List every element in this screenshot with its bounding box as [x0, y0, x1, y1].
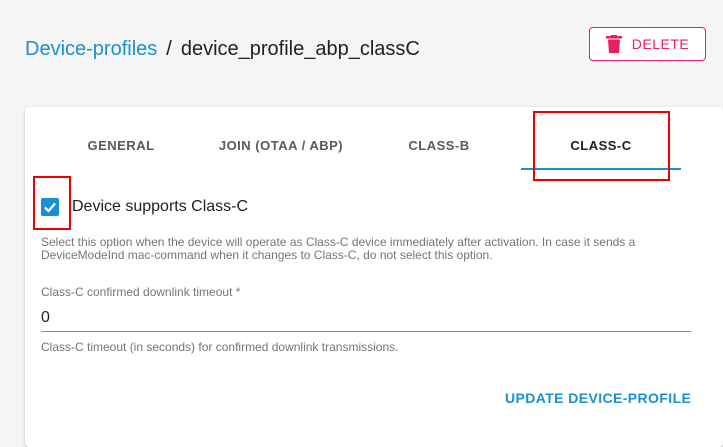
update-device-profile-button[interactable]: UPDATE DEVICE-PROFILE — [505, 390, 691, 406]
supports-classc-checkbox[interactable] — [41, 198, 59, 216]
check-icon — [44, 202, 56, 213]
timeout-label: Class-C confirmed downlink timeout * — [41, 285, 241, 299]
tab-join[interactable]: JOIN (OTAA / ABP) — [213, 107, 349, 171]
tab-highlight-box — [533, 111, 670, 181]
tab-general[interactable]: GENERAL — [73, 107, 169, 171]
supports-classc-label[interactable]: Device supports Class-C — [72, 198, 248, 216]
page-title: device_profile_abp_classC — [180, 38, 420, 60]
tab-bar: GENERAL JOIN (OTAA / ABP) CLASS-B CLASS-… — [25, 107, 723, 181]
trash-icon — [605, 35, 622, 53]
tab-class-b[interactable]: CLASS-B — [391, 107, 487, 171]
breadcrumb: Device-profiles / device_profile_abp_class… — [25, 38, 420, 61]
breadcrumb-separator: / — [166, 38, 172, 60]
device-profile-card: GENERAL JOIN (OTAA / ABP) CLASS-B CLASS-… — [25, 107, 723, 447]
supports-classc-helper: Select this option when the device will … — [41, 235, 636, 262]
delete-button[interactable]: DELETE — [589, 27, 706, 61]
delete-button-label: DELETE — [631, 36, 690, 52]
timeout-input[interactable] — [41, 305, 691, 332]
timeout-helper: Class-C timeout (in seconds) for confirm… — [41, 340, 399, 354]
breadcrumb-device-profiles-link[interactable]: Device-profiles — [25, 38, 157, 60]
